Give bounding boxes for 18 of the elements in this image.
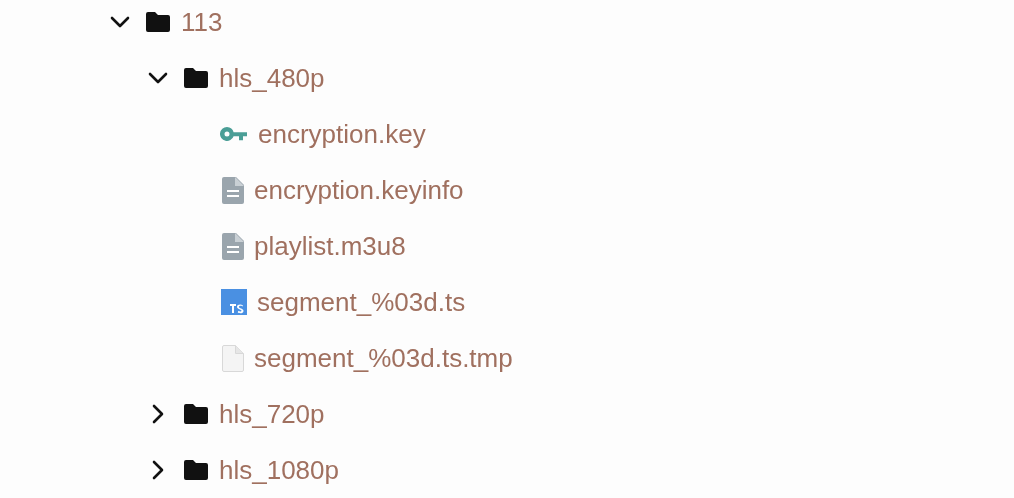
typescript-icon	[221, 289, 247, 315]
key-icon	[220, 126, 248, 142]
folder-name[interactable]: hls_1080p	[219, 450, 339, 490]
folder-name[interactable]: 113	[181, 2, 223, 42]
folder-icon	[183, 67, 209, 89]
file-icon	[222, 344, 244, 372]
file-name[interactable]: encryption.keyinfo	[254, 170, 464, 210]
file-name[interactable]: segment_%03d.ts	[257, 282, 466, 322]
file-name[interactable]: encryption.key	[258, 114, 426, 154]
folder-icon	[183, 459, 209, 481]
file-name[interactable]: segment_%03d.ts.tmp	[254, 338, 513, 378]
document-icon	[222, 176, 244, 204]
folder-name[interactable]: hls_720p	[219, 394, 325, 434]
folder-name[interactable]: hls_480p	[219, 58, 325, 98]
folder-icon	[183, 403, 209, 425]
document-icon	[222, 232, 244, 260]
folder-icon	[145, 11, 171, 33]
file-name[interactable]: playlist.m3u8	[254, 226, 406, 266]
